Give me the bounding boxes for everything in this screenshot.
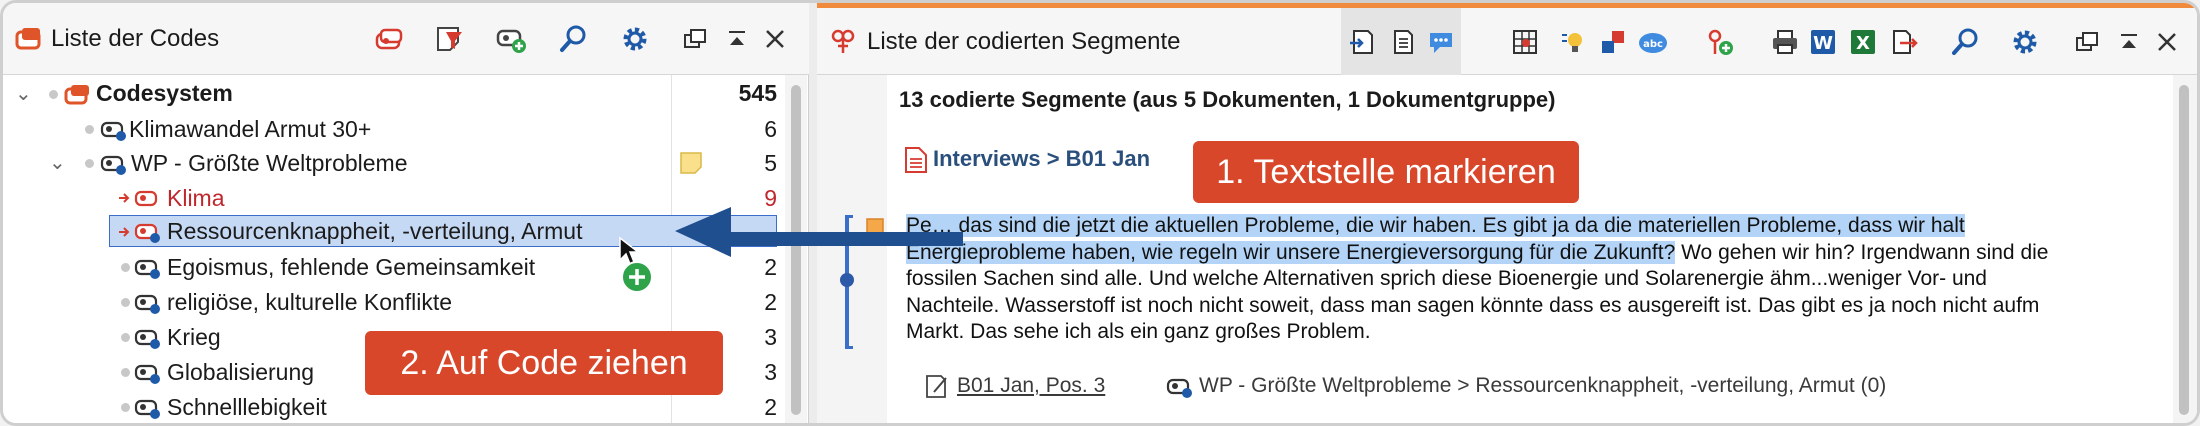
step2-callout: 2. Auf Code ziehen: [365, 331, 723, 395]
drag-arrow: [675, 207, 963, 257]
copy-plus-icon: [619, 259, 655, 295]
step1-callout: 1. Textstelle markieren: [1193, 141, 1579, 203]
app-window: Liste der Codes ⌄ Codesystem 545 Klimawa…: [0, 0, 2200, 426]
